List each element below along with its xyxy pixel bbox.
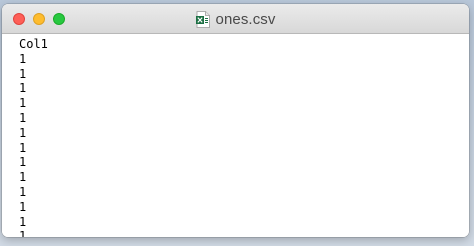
csv-value-line: 1	[19, 96, 27, 111]
csv-value-line: 1	[19, 214, 27, 229]
csv-value-line: 1	[19, 140, 27, 155]
csv-value-line: 1	[19, 51, 27, 66]
csv-value-line: 1	[19, 185, 27, 199]
window-title: ones.csv	[215, 10, 276, 28]
csv-value-line: 1	[19, 125, 27, 140]
title-area: ones.csv	[2, 4, 469, 34]
file-content-area[interactable]: Col1 1 1 1 1 1 1 1 1 1 1 1 1 1	[2, 34, 469, 237]
csv-value-line: 1	[19, 170, 27, 185]
csv-value-line: 1	[19, 81, 27, 96]
csv-value-line: 1	[19, 111, 27, 125]
csv-value-line: 1	[19, 66, 27, 81]
excel-csv-file-icon	[195, 10, 210, 28]
title-bar[interactable]: ones.csv	[2, 4, 469, 34]
csv-header-line: Col1	[19, 37, 48, 51]
text-viewer-window: ones.csv Col1 1 1 1 1 1 1 1 1 1 1 1 1 1	[2, 4, 469, 237]
csv-value-line: 1	[19, 155, 27, 170]
csv-value-line: 1	[19, 229, 27, 237]
csv-value-line: 1	[19, 199, 27, 214]
